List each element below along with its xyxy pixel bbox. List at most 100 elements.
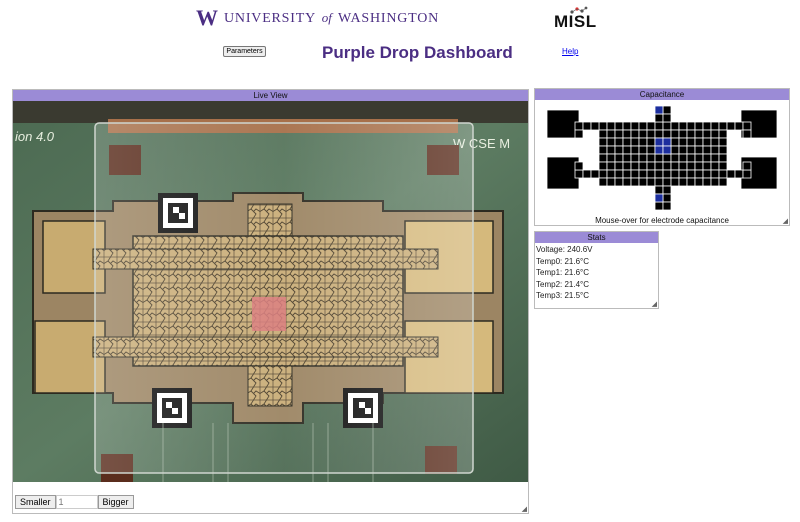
electrode-cell[interactable] bbox=[638, 153, 648, 163]
electrode-cell[interactable] bbox=[694, 137, 704, 147]
electrode-cell[interactable] bbox=[670, 129, 680, 139]
active-electrode[interactable] bbox=[662, 145, 672, 155]
electrode-cell[interactable] bbox=[686, 161, 696, 171]
electrode-cell[interactable] bbox=[710, 177, 720, 187]
electrode-cell[interactable] bbox=[678, 121, 688, 131]
electrode-cell[interactable] bbox=[622, 129, 632, 139]
electrode-cell[interactable] bbox=[662, 161, 672, 171]
electrode-cell[interactable] bbox=[606, 169, 616, 179]
electrode-cell[interactable] bbox=[646, 129, 656, 139]
active-electrode[interactable] bbox=[654, 193, 664, 203]
electrode-cell[interactable] bbox=[662, 121, 672, 131]
electrode-cell[interactable] bbox=[734, 121, 744, 131]
electrode-cell[interactable] bbox=[654, 153, 664, 163]
electrode-cell[interactable] bbox=[582, 169, 592, 179]
electrode-cell[interactable] bbox=[614, 145, 624, 155]
electrode-cell[interactable] bbox=[718, 129, 728, 139]
electrode-cell[interactable] bbox=[662, 113, 672, 123]
electrode-cell[interactable] bbox=[622, 153, 632, 163]
electrode-cell[interactable] bbox=[630, 153, 640, 163]
electrode-cell[interactable] bbox=[710, 169, 720, 179]
electrode-cell[interactable] bbox=[630, 177, 640, 187]
electrode-cell[interactable] bbox=[614, 177, 624, 187]
electrode-cell[interactable] bbox=[742, 129, 752, 139]
electrode-cell[interactable] bbox=[614, 153, 624, 163]
electrode-cell[interactable] bbox=[654, 129, 664, 139]
electrode-cell[interactable] bbox=[606, 137, 616, 147]
electrode-cell[interactable] bbox=[670, 153, 680, 163]
active-electrode[interactable] bbox=[662, 137, 672, 147]
electrode-cell[interactable] bbox=[710, 145, 720, 155]
electrode-cell[interactable] bbox=[662, 129, 672, 139]
electrode-cell[interactable] bbox=[598, 145, 608, 155]
electrode-cell[interactable] bbox=[598, 137, 608, 147]
electrode-cell[interactable] bbox=[686, 129, 696, 139]
electrode-cell[interactable] bbox=[614, 121, 624, 131]
electrode-cell[interactable] bbox=[582, 121, 592, 131]
electrode-cell[interactable] bbox=[598, 177, 608, 187]
electrode-cell[interactable] bbox=[630, 121, 640, 131]
electrode-cell[interactable] bbox=[630, 137, 640, 147]
electrode-cell[interactable] bbox=[662, 193, 672, 203]
electrode-cell[interactable] bbox=[678, 137, 688, 147]
electrode-cell[interactable] bbox=[686, 153, 696, 163]
electrode-cell[interactable] bbox=[598, 129, 608, 139]
electrode-cell[interactable] bbox=[702, 121, 712, 131]
electrode-cell[interactable] bbox=[662, 201, 672, 211]
electrode-cell[interactable] bbox=[742, 161, 752, 171]
electrode-cell[interactable] bbox=[662, 185, 672, 195]
electrode-cell[interactable] bbox=[686, 177, 696, 187]
electrode-cell[interactable] bbox=[694, 145, 704, 155]
electrode-cell[interactable] bbox=[702, 177, 712, 187]
electrode-cell[interactable] bbox=[654, 121, 664, 131]
electrode-cell[interactable] bbox=[670, 161, 680, 171]
electrode-cell[interactable] bbox=[622, 169, 632, 179]
electrode-cell[interactable] bbox=[654, 161, 664, 171]
electrode-cell[interactable] bbox=[622, 177, 632, 187]
electrode-cell[interactable] bbox=[622, 161, 632, 171]
electrode-cell[interactable] bbox=[710, 129, 720, 139]
electrode-cell[interactable] bbox=[678, 129, 688, 139]
electrode-cell[interactable] bbox=[590, 121, 600, 131]
electrode-cell[interactable] bbox=[654, 177, 664, 187]
electrode-cell[interactable] bbox=[622, 145, 632, 155]
smaller-button[interactable]: Smaller bbox=[15, 495, 56, 509]
electrode-cell[interactable] bbox=[614, 169, 624, 179]
electrode-cell[interactable] bbox=[638, 129, 648, 139]
active-electrode[interactable] bbox=[654, 105, 664, 115]
electrode-cell[interactable] bbox=[646, 153, 656, 163]
electrode-cell[interactable] bbox=[654, 185, 664, 195]
resize-handle-icon[interactable]: ◢ bbox=[522, 506, 527, 513]
electrode-cell[interactable] bbox=[614, 137, 624, 147]
electrode-cell[interactable] bbox=[670, 177, 680, 187]
electrode-cell[interactable] bbox=[606, 121, 616, 131]
electrode-cell[interactable] bbox=[606, 145, 616, 155]
electrode-cell[interactable] bbox=[742, 169, 752, 179]
zoom-input[interactable] bbox=[55, 495, 98, 509]
electrode-cell[interactable] bbox=[686, 137, 696, 147]
electrode-cell[interactable] bbox=[622, 121, 632, 131]
electrode-cell[interactable] bbox=[678, 161, 688, 171]
electrode-cell[interactable] bbox=[654, 201, 664, 211]
help-link[interactable]: Help bbox=[562, 47, 578, 56]
resize-handle-icon[interactable]: ◢ bbox=[783, 218, 788, 225]
electrode-cell[interactable] bbox=[598, 121, 608, 131]
electrode-cell[interactable] bbox=[678, 177, 688, 187]
electrode-cell[interactable] bbox=[590, 169, 600, 179]
electrode-cell[interactable] bbox=[718, 161, 728, 171]
electrode-cell[interactable] bbox=[694, 153, 704, 163]
live-camera-image[interactable]: ion 4.0 W CSE M bbox=[13, 101, 528, 482]
electrode-cell[interactable] bbox=[646, 137, 656, 147]
electrode-cell[interactable] bbox=[694, 129, 704, 139]
electrode-cell[interactable] bbox=[718, 177, 728, 187]
electrode-cell[interactable] bbox=[670, 145, 680, 155]
electrode-cell[interactable] bbox=[630, 145, 640, 155]
electrode-cell[interactable] bbox=[646, 177, 656, 187]
electrode-cell[interactable] bbox=[702, 169, 712, 179]
electrode-cell[interactable] bbox=[694, 121, 704, 131]
electrode-cell[interactable] bbox=[702, 145, 712, 155]
bigger-button[interactable]: Bigger bbox=[97, 495, 134, 509]
electrode-cell[interactable] bbox=[726, 121, 736, 131]
electrode-cell[interactable] bbox=[662, 153, 672, 163]
electrode-cell[interactable] bbox=[598, 169, 608, 179]
